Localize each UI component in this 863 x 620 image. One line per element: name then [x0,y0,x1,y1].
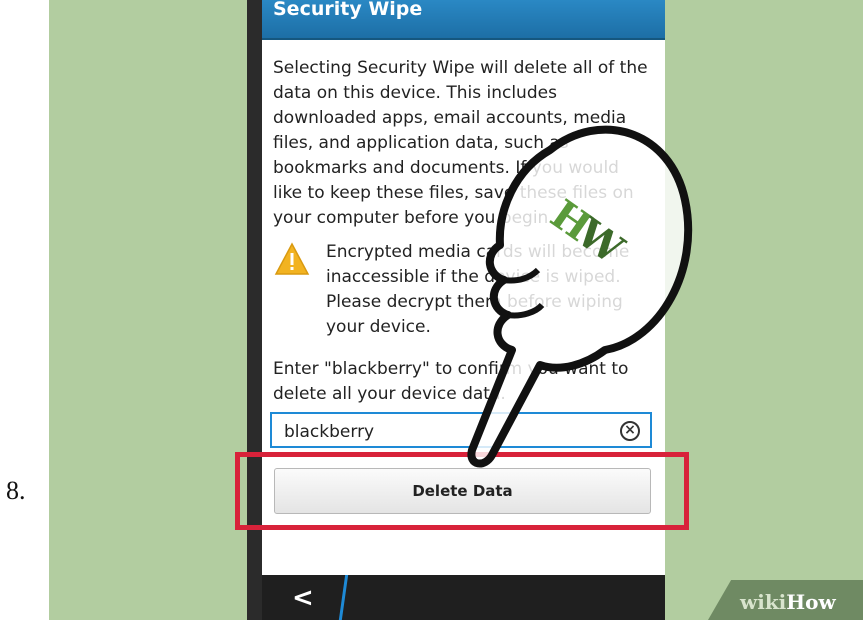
screen-header: Security Wipe [262,0,665,40]
confirmation-input-value[interactable]: blackberry [284,422,374,442]
watermark-how: How [786,590,836,614]
confirmation-input[interactable]: blackberry × [270,412,652,448]
warning-triangle-icon [274,242,310,275]
action-bar: < [262,575,665,620]
description-text: Selecting Security Wipe will delete all … [273,58,648,228]
warning-text: Encrypted media cards will become inacce… [326,242,630,337]
confirm-prompt: Enter "blackberry" to confirm you want t… [273,359,629,404]
action-bar-divider [338,575,349,620]
clear-circle-icon[interactable]: × [620,421,640,441]
back-chevron-icon[interactable]: < [292,581,332,615]
wikihow-watermark: wikiHow [740,590,836,614]
screen-title: Security Wipe [273,0,423,20]
step-number: 8. [6,476,26,505]
highlight-box [235,452,689,530]
watermark-wiki: wiki [740,590,787,614]
